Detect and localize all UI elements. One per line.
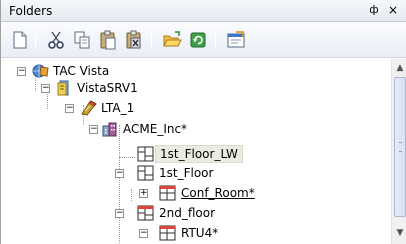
scrollbar-thumb[interactable] [394,77,406,217]
paste-button[interactable] [97,29,119,51]
floor-plan-icon [137,165,154,181]
new-document-icon [13,31,27,49]
scroll-down-icon[interactable]: ▼ [394,227,406,239]
server-icon [57,80,69,96]
tree-node-selected[interactable]: 1st_Floor_LW [1,145,391,163]
expand-toggle[interactable]: + [139,189,148,198]
refresh-button[interactable] [187,29,209,51]
tree-node-label: 1st_Floor [159,166,214,180]
tree-node[interactable]: − ACME_Inc* [1,121,391,139]
panel-titlebar: Folders ф × [1,0,406,22]
room-icon [159,225,176,241]
copy-icon [74,31,90,49]
collapse-toggle[interactable]: − [115,209,124,218]
collapse-toggle[interactable]: − [17,67,26,76]
floor-plan-icon [137,205,154,221]
tree-node[interactable]: + Conf_Room* [1,185,391,203]
room-icon [159,185,176,201]
tree-node-label: TAC Vista [53,64,110,78]
collapse-toggle[interactable]: − [65,104,74,113]
device-icon [81,100,97,116]
delete-icon [126,30,141,49]
tree-node[interactable]: − TAC Vista [1,63,391,81]
copy-button[interactable] [71,29,93,51]
floor-plan-icon [137,146,154,162]
folders-panel: Folders ф × − TAC Vista − VistaSRV1 − LT… [0,0,406,244]
collapse-toggle[interactable]: − [115,169,124,178]
open-folder-button[interactable] [161,29,183,51]
toolbar [1,22,406,58]
building-icon [102,122,117,137]
tree-node-label: RTU4* [181,226,219,240]
toolbar-separator [35,31,36,49]
cut-button[interactable] [45,29,67,51]
collapse-toggle[interactable]: − [89,125,98,134]
pin-icon[interactable]: ф [367,3,381,17]
new-document-button[interactable] [9,29,31,51]
toolbar-separator [215,31,216,49]
scrollbar-grip [399,142,402,152]
collapse-toggle[interactable]: − [139,229,148,238]
panel-title: Folders [9,4,53,18]
tree-node[interactable]: − VistaSRV1 [1,80,391,98]
tree-node-label: 2nd_floor [159,206,216,220]
globe-server-icon [32,64,49,78]
properties-icon [227,31,245,48]
toolbar-separator [151,31,152,49]
open-folder-icon [163,31,182,47]
collapse-toggle[interactable]: − [41,84,50,93]
tree-node[interactable]: − 1st_Floor [1,165,391,183]
cut-icon [48,31,64,49]
paste-icon [100,30,116,50]
folder-tree: − TAC Vista − VistaSRV1 − LTA_1 − ACME_I… [1,59,391,244]
scroll-up-icon[interactable]: ▲ [394,62,406,74]
properties-button[interactable] [225,29,247,51]
tree-node[interactable]: − RTU4* [1,225,391,243]
vertical-scrollbar[interactable]: ▲ ▼ [391,59,406,244]
refresh-icon [190,32,206,48]
tree-node-label: ACME_Inc* [123,122,188,136]
delete-button[interactable] [123,29,145,51]
tree-node-label: Conf_Room* [181,186,255,200]
tree-node[interactable]: − 2nd_floor [1,205,391,223]
close-icon[interactable]: × [386,3,400,17]
tree-node-label: 1st_Floor_LW [155,145,243,163]
tree-node-label: LTA_1 [101,101,135,115]
tree-node[interactable]: − LTA_1 [1,100,391,118]
tree-node-label: VistaSRV1 [77,81,138,95]
